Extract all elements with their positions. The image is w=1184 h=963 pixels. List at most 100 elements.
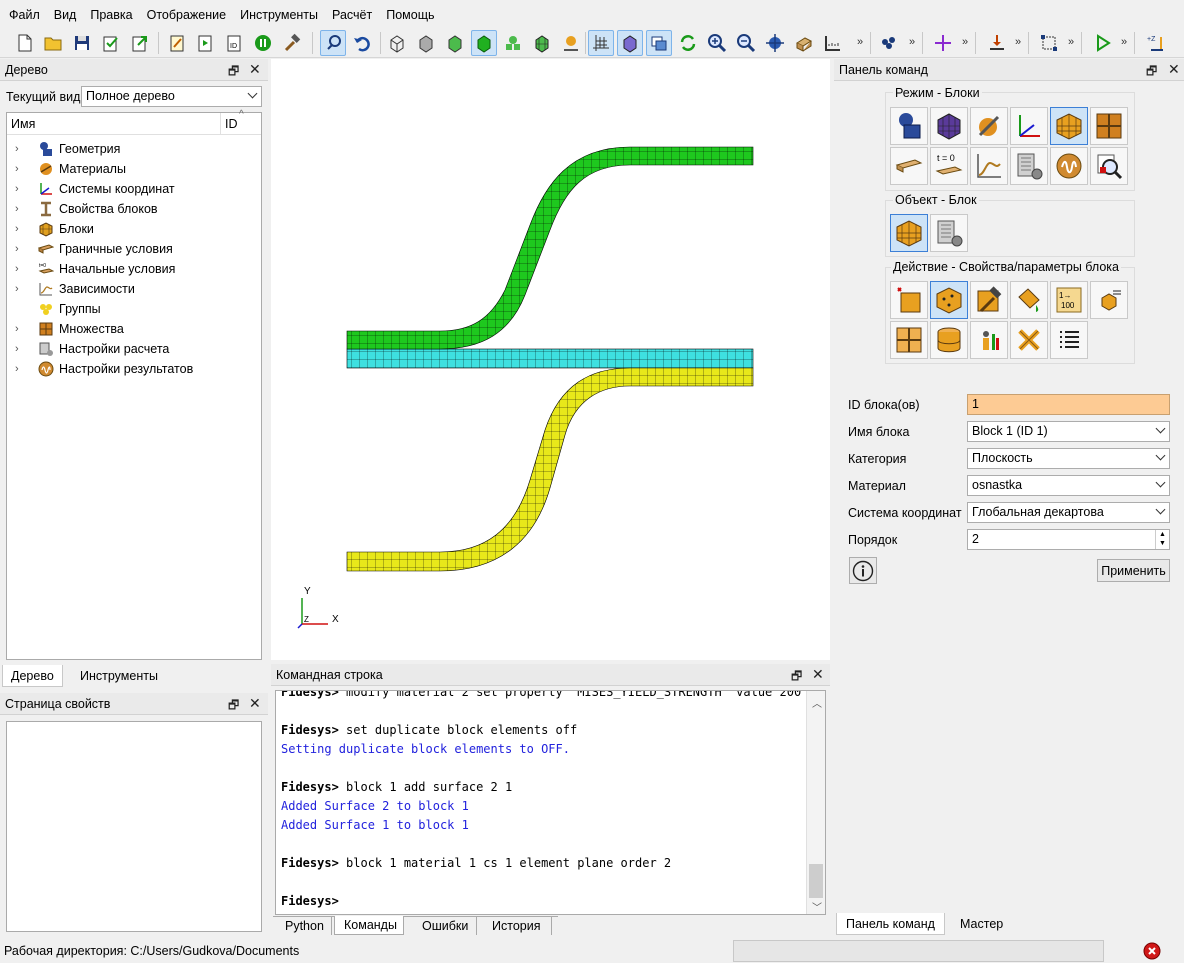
hand-pick-icon[interactable]	[320, 30, 346, 56]
hidden-cube-icon[interactable]	[413, 30, 439, 56]
current-view-select[interactable]: Полное дерево	[81, 86, 262, 107]
tree-item[interactable]: › Блоки	[15, 219, 94, 239]
expand-arrow-icon[interactable]: ›	[15, 263, 27, 275]
tab-command-panel[interactable]: Панель команд	[836, 913, 945, 935]
mesh-mode-icon[interactable]	[930, 107, 968, 145]
script-edit-icon[interactable]	[164, 30, 190, 56]
expand-arrow-icon[interactable]: ›	[15, 223, 27, 235]
expand-arrow-icon[interactable]: ›	[15, 163, 27, 175]
block-properties-icon[interactable]	[930, 281, 968, 319]
box-icon[interactable]	[617, 30, 643, 56]
tree-item[interactable]: › Материалы	[15, 159, 126, 179]
block-object-icon[interactable]	[890, 214, 928, 252]
tree-item[interactable]: › Свойства блоков	[15, 199, 158, 219]
menu-calc[interactable]: Расчёт	[325, 0, 379, 28]
expand-arrow-icon[interactable]: ›	[15, 143, 27, 155]
id-icon[interactable]: ID	[221, 30, 247, 56]
delete-block-icon[interactable]	[1010, 321, 1048, 359]
tree-item[interactable]: › Геометрия	[15, 139, 120, 159]
scroll-thumb[interactable]	[809, 864, 823, 898]
close-icon[interactable]: ✕	[1168, 61, 1180, 78]
run-script-icon[interactable]	[192, 30, 218, 56]
block-renumber-icon[interactable]: 1→ 100	[1050, 281, 1088, 319]
tree-item[interactable]: › Зависимости	[15, 279, 135, 299]
wireframe-cube-icon[interactable]	[384, 30, 410, 56]
refresh-icon[interactable]	[675, 30, 701, 56]
expand-arrow-icon[interactable]: ›	[15, 343, 27, 355]
tab-errors[interactable]: Ошибки	[412, 917, 477, 935]
tab-tools[interactable]: Инструменты	[72, 665, 166, 687]
initial-mode-icon[interactable]: t = 0	[930, 147, 968, 185]
tab-tree[interactable]: Дерево	[2, 665, 63, 687]
blocks-mode-icon[interactable]	[1050, 107, 1088, 145]
close-icon[interactable]: ✕	[249, 695, 261, 712]
tree-view[interactable]: Имя ID ^ › Геометрия › Материалы › Системы ко…	[6, 109, 262, 660]
bbox-icon[interactable]	[1036, 30, 1062, 56]
col-id-header[interactable]: ID	[225, 117, 238, 131]
node-icon[interactable]	[558, 30, 584, 56]
console-scrollbar[interactable]: ︿ ﹀	[806, 691, 825, 914]
zoom-in-icon[interactable]	[704, 30, 730, 56]
scroll-up-icon[interactable]: ︿	[812, 695, 822, 710]
analysis-mode-icon[interactable]	[1090, 147, 1128, 185]
category-select[interactable]: Плоскость	[967, 448, 1170, 469]
calc-mode-icon[interactable]	[1010, 147, 1048, 185]
create-block-icon[interactable]	[890, 281, 928, 319]
menu-display[interactable]: Отображение	[140, 0, 233, 28]
expand-arrow-icon[interactable]: ›	[15, 243, 27, 255]
order-spinbox[interactable]: 2 ▲ ▼	[967, 529, 1170, 550]
tab-wizard[interactable]: Мастер	[952, 913, 1011, 935]
expand-arrow-icon[interactable]: ›	[15, 283, 27, 295]
cs-select[interactable]: Глобальная декартова	[967, 502, 1170, 523]
float-icon[interactable]: 🗗	[1146, 62, 1157, 83]
tree-item[interactable]: › Настройки расчета	[15, 339, 169, 359]
block-small-icon[interactable]	[1090, 281, 1128, 319]
checkin-icon[interactable]	[98, 30, 124, 56]
apply-button[interactable]: Применить	[1097, 559, 1170, 582]
close-icon[interactable]: ✕	[249, 61, 261, 78]
mesh-cube-icon[interactable]	[529, 30, 555, 56]
block-paint-icon[interactable]	[1010, 281, 1048, 319]
float-icon[interactable]: 🗗	[791, 667, 802, 688]
ground-icon[interactable]	[984, 30, 1010, 56]
z-axis-icon[interactable]: +Z	[1144, 30, 1170, 56]
undo-icon[interactable]	[349, 30, 375, 56]
float-icon[interactable]: 🗗	[228, 696, 239, 717]
info-button[interactable]	[849, 557, 877, 584]
expand-arrow-icon[interactable]: ›	[15, 183, 27, 195]
scroll-down-icon[interactable]: ﹀	[812, 899, 822, 914]
tab-commands[interactable]: Команды	[334, 916, 404, 935]
console-output[interactable]: Fidesys> modify material 2 set property …	[275, 690, 826, 915]
menu-help[interactable]: Помощь	[379, 0, 441, 28]
open-folder-icon[interactable]	[40, 30, 66, 56]
col-name-header[interactable]: Имя	[11, 117, 35, 131]
dependency-mode-icon[interactable]	[970, 147, 1008, 185]
pause-icon[interactable]	[250, 30, 276, 56]
tree-item[interactable]: › Настройки результатов	[15, 359, 193, 379]
green-cube-icon[interactable]	[471, 30, 497, 56]
block-name-select[interactable]: Block 1 (ID 1)	[967, 421, 1170, 442]
new-file-icon[interactable]	[12, 30, 38, 56]
close-icon[interactable]: ✕	[812, 666, 824, 683]
tab-history[interactable]: История	[482, 917, 552, 935]
window-icon[interactable]	[646, 30, 672, 56]
list-icon[interactable]	[1050, 321, 1088, 359]
coordinate-mode-icon[interactable]	[1010, 107, 1048, 145]
float-icon[interactable]: 🗗	[228, 62, 239, 83]
play-icon[interactable]	[1090, 30, 1116, 56]
block-hammer-icon[interactable]	[970, 281, 1008, 319]
tree-item[interactable]: › Граничные условия	[15, 239, 173, 259]
block-cylinder-icon[interactable]	[930, 321, 968, 359]
split-block-icon[interactable]	[890, 321, 928, 359]
block-dots-icon[interactable]	[970, 321, 1008, 359]
tree-item[interactable]: › Системы координат	[15, 179, 175, 199]
geometry-mode-icon[interactable]	[890, 107, 928, 145]
cross-icon[interactable]	[930, 30, 956, 56]
shaded-cube-icon[interactable]	[442, 30, 468, 56]
save-icon[interactable]	[69, 30, 95, 56]
material-select[interactable]: osnastka	[967, 475, 1170, 496]
spin-arrows-icon[interactable]: ▲ ▼	[1155, 530, 1169, 549]
tree-item[interactable]: › t=0 Начальные условия	[15, 259, 175, 279]
navigate-icon[interactable]	[762, 30, 788, 56]
block-calc-icon[interactable]	[930, 214, 968, 252]
